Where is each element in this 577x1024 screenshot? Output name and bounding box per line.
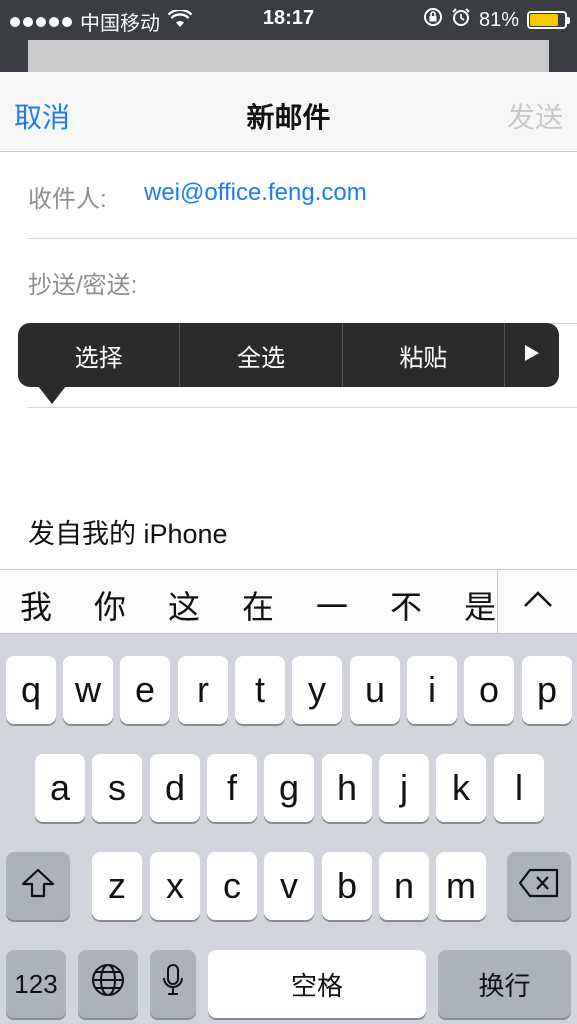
send-button[interactable]: 发送 bbox=[507, 96, 563, 136]
key-b[interactable]: b bbox=[322, 852, 372, 920]
key-x[interactable]: x bbox=[150, 852, 200, 920]
key-t[interactable]: t bbox=[235, 656, 285, 724]
chevron-up-icon bbox=[523, 590, 553, 613]
key-c[interactable]: c bbox=[207, 852, 257, 920]
shift-key[interactable] bbox=[6, 852, 70, 920]
candidate-word[interactable]: 在 bbox=[242, 582, 274, 628]
globe-icon bbox=[91, 963, 125, 1006]
edit-menu: 选择 全选 粘贴 bbox=[18, 323, 559, 387]
key-w[interactable]: w bbox=[63, 656, 113, 724]
backspace-key[interactable] bbox=[507, 852, 571, 920]
candidate-word[interactable]: 你 bbox=[94, 582, 126, 628]
candidate-word[interactable]: 这 bbox=[168, 582, 200, 628]
key-u[interactable]: u bbox=[350, 656, 400, 724]
key-f[interactable]: f bbox=[207, 754, 257, 822]
cc-bcc-field[interactable]: 抄送/密送: bbox=[28, 239, 577, 324]
key-d[interactable]: d bbox=[150, 754, 200, 822]
to-label: 收件人: bbox=[28, 186, 107, 213]
return-key[interactable]: 换行 bbox=[438, 950, 571, 1018]
key-n[interactable]: n bbox=[379, 852, 429, 920]
key-m[interactable]: m bbox=[436, 852, 486, 920]
battery-icon bbox=[527, 11, 570, 29]
key-i[interactable]: i bbox=[407, 656, 457, 724]
globe-key[interactable] bbox=[78, 950, 138, 1018]
edit-menu-pointer bbox=[38, 386, 66, 404]
more-menu-button[interactable] bbox=[505, 323, 559, 387]
shift-icon bbox=[21, 865, 55, 907]
key-a[interactable]: a bbox=[35, 754, 85, 822]
key-r[interactable]: r bbox=[178, 656, 228, 724]
alarm-icon bbox=[451, 7, 471, 33]
space-key[interactable]: 空格 bbox=[208, 950, 426, 1018]
select-menu-item[interactable]: 选择 bbox=[18, 323, 181, 387]
to-recipient[interactable]: wei@office.feng.com bbox=[144, 179, 367, 207]
key-s[interactable]: s bbox=[92, 754, 142, 822]
microphone-icon bbox=[162, 963, 184, 1006]
key-h[interactable]: h bbox=[322, 754, 372, 822]
key-e[interactable]: e bbox=[120, 656, 170, 724]
key-q[interactable]: q bbox=[6, 656, 56, 724]
key-z[interactable]: z bbox=[92, 852, 142, 920]
key-v[interactable]: v bbox=[264, 852, 314, 920]
key-g[interactable]: g bbox=[264, 754, 314, 822]
candidate-word[interactable]: 一 bbox=[316, 582, 348, 628]
select-all-menu-item[interactable]: 全选 bbox=[180, 323, 343, 387]
dictation-key[interactable] bbox=[150, 950, 196, 1018]
cancel-button[interactable]: 取消 bbox=[14, 96, 70, 136]
key-k[interactable]: k bbox=[436, 754, 486, 822]
cc-bcc-label: 抄送/密送: bbox=[28, 272, 138, 299]
key-y[interactable]: y bbox=[292, 656, 342, 724]
candidate-bar: 我 你 这 在 一 不 是 bbox=[0, 569, 577, 634]
backspace-icon bbox=[518, 865, 560, 907]
key-j[interactable]: j bbox=[379, 754, 429, 822]
battery-fill bbox=[530, 14, 558, 26]
orientation-lock-icon bbox=[423, 7, 443, 33]
keyboard: q w e r t y u i o p a s d f g h j k l z … bbox=[0, 634, 577, 1024]
compose-nav-bar: 取消 新邮件 发送 bbox=[0, 72, 577, 152]
page-title: 新邮件 bbox=[246, 102, 331, 133]
triangle-right-icon bbox=[524, 341, 540, 369]
candidate-word[interactable]: 不 bbox=[390, 582, 422, 628]
status-bar: 中国移动 18:17 81% bbox=[0, 0, 577, 40]
key-l[interactable]: l bbox=[494, 754, 544, 822]
expand-candidates-button[interactable] bbox=[497, 570, 577, 633]
key-p[interactable]: p bbox=[522, 656, 572, 724]
status-right: 81% bbox=[423, 7, 570, 33]
candidate-word[interactable]: 是 bbox=[464, 582, 496, 628]
to-field[interactable]: 收件人: wei@office.feng.com bbox=[28, 152, 577, 239]
underlying-sheet bbox=[28, 40, 549, 74]
numbers-key[interactable]: 123 bbox=[6, 950, 66, 1018]
key-o[interactable]: o bbox=[464, 656, 514, 724]
paste-menu-item[interactable]: 粘贴 bbox=[343, 323, 505, 387]
battery-percent: 81% bbox=[478, 8, 519, 31]
email-signature[interactable]: 发自我的 iPhone bbox=[28, 512, 228, 551]
candidate-word[interactable]: 我 bbox=[20, 582, 52, 628]
